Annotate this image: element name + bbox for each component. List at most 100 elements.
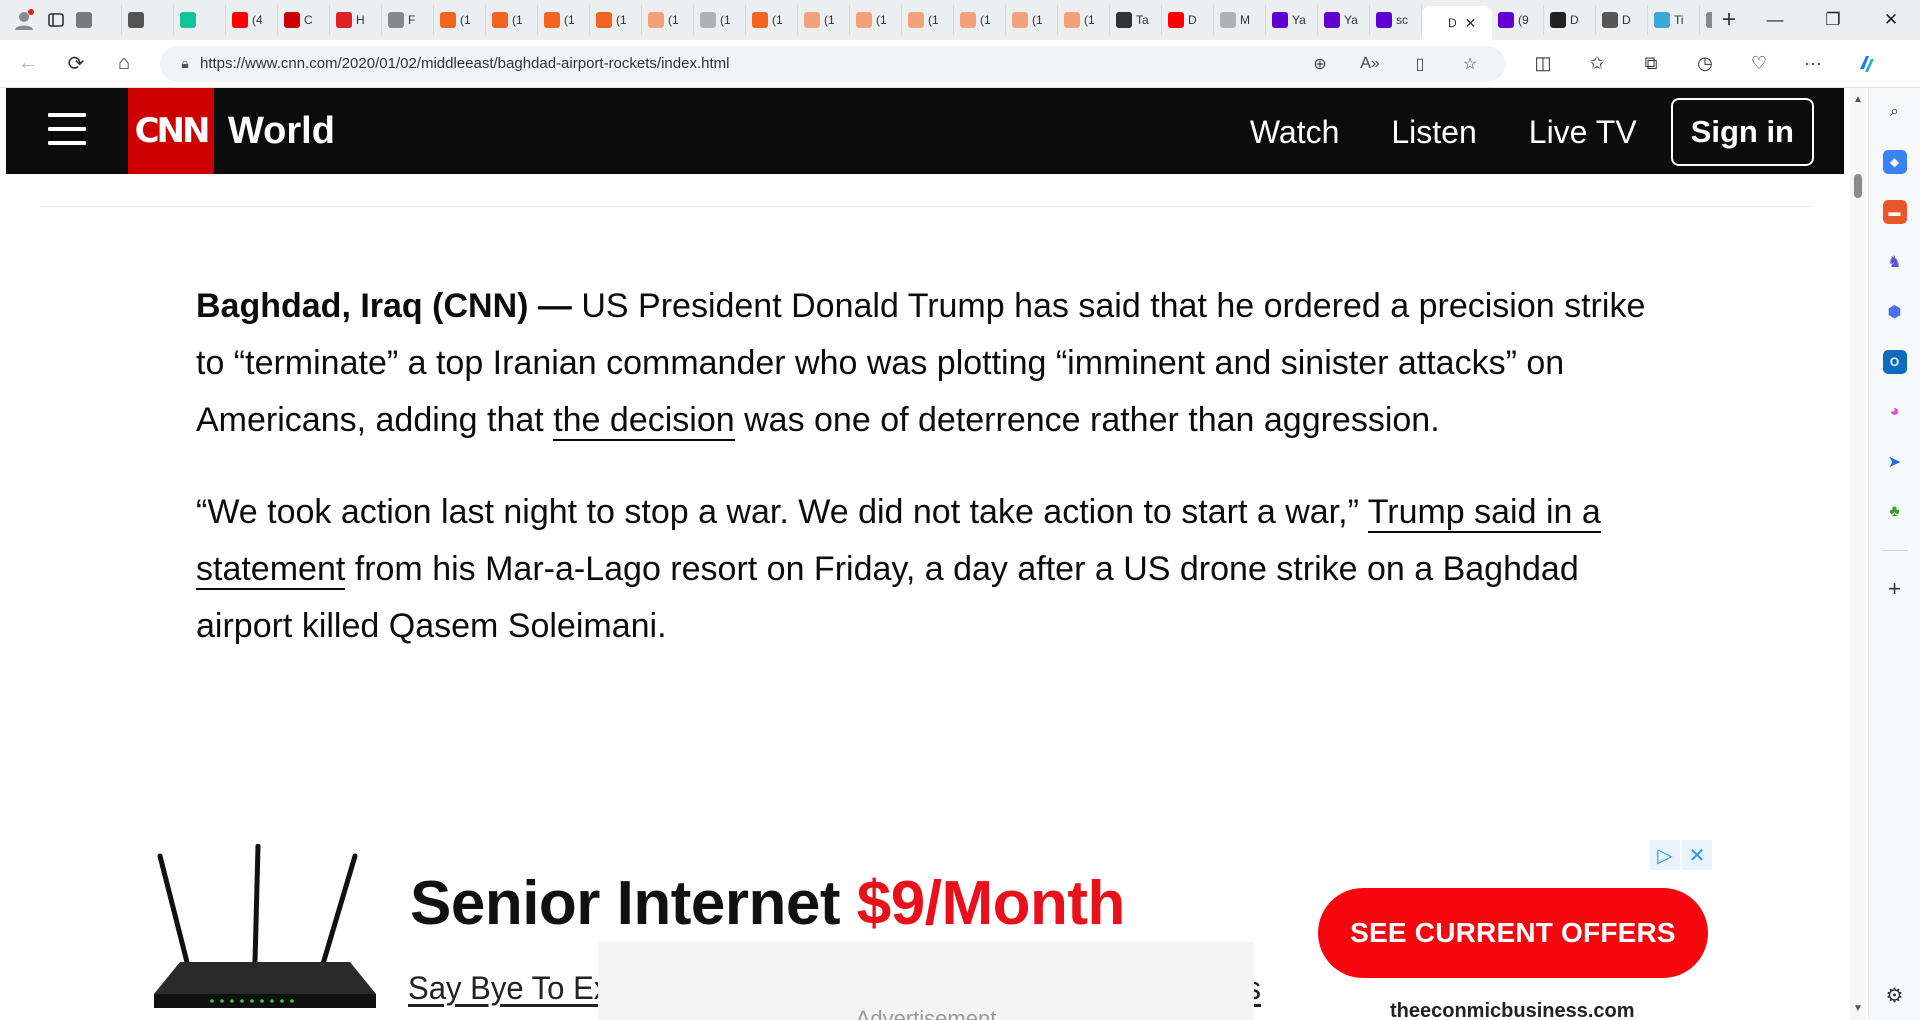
tab-label: (1 (876, 13, 887, 27)
performance-icon[interactable]: ♡ (1735, 44, 1783, 84)
more-menu-icon[interactable]: ··· (1789, 44, 1837, 84)
favorite-star-icon[interactable]: ☆ (1445, 54, 1495, 74)
url-text[interactable]: https://www.cnn.com/2020/01/02/middleeas… (200, 55, 1295, 72)
add-sidebar-app-icon[interactable]: + (1883, 576, 1907, 601)
tab-label: (1 (720, 13, 731, 27)
tab[interactable]: (1 (902, 5, 954, 35)
tab[interactable]: (1 (434, 5, 486, 35)
cnn-icon (284, 12, 300, 28)
tab[interactable]: (1 (1058, 5, 1110, 35)
tab[interactable]: (1 (850, 5, 902, 35)
ad-domain[interactable]: theeconmicbusiness.com (1390, 1000, 1635, 1020)
microsoft-365-icon[interactable]: ⬢ (1883, 300, 1907, 324)
history-icon[interactable]: ◷ (1681, 44, 1729, 84)
tab[interactable]: Ta (1110, 5, 1162, 35)
scroll-down-icon[interactable]: ▼ (1853, 1003, 1863, 1014)
tab-label: (1 (616, 13, 627, 27)
favorites-icon[interactable]: ✩ (1573, 44, 1621, 84)
tab[interactable] (174, 5, 226, 35)
tab[interactable]: (1 (798, 5, 850, 35)
tab[interactable]: H (330, 5, 382, 35)
shopping-tag-icon[interactable]: ◆ (1882, 150, 1907, 174)
games-chess-icon[interactable]: ♞ (1883, 250, 1907, 274)
tab[interactable]: (1 (538, 5, 590, 35)
section-title[interactable]: World (228, 108, 335, 154)
orange-app-icon (492, 12, 508, 28)
tab[interactable]: (1 (590, 5, 642, 35)
profile-icon[interactable] (10, 6, 38, 34)
sign-in-button[interactable]: Sign in (1670, 98, 1814, 166)
tab[interactable]: D (1544, 5, 1596, 35)
tab-actions-icon[interactable] (42, 6, 70, 34)
tab-active[interactable]: D ✕ (1422, 6, 1492, 40)
refresh-icon[interactable]: ⟳ (56, 44, 96, 84)
watch-link[interactable]: Watch (1250, 114, 1340, 151)
copilot-icon[interactable] (1843, 44, 1891, 84)
adchoices-icon[interactable]: ▷ (1650, 840, 1680, 870)
ad-headline-text[interactable]: Senior Internet (410, 869, 857, 938)
tab[interactable]: H (1700, 5, 1712, 35)
ad-close-icon[interactable]: ✕ (1682, 840, 1712, 870)
tab[interactable]: Ya (1266, 5, 1318, 35)
the-decision-link[interactable]: the decision (553, 401, 735, 441)
tools-briefcase-icon[interactable]: ▬ (1882, 200, 1907, 224)
sidebar-settings-icon[interactable]: ⚙ (1886, 983, 1904, 1008)
ad-price[interactable]: $9/Month (857, 869, 1126, 938)
menu-icon[interactable] (48, 109, 86, 149)
youtube-icon (1168, 12, 1184, 28)
tab[interactable]: (1 (1006, 5, 1058, 35)
tab[interactable]: (4 (226, 5, 278, 35)
scroll-up-icon[interactable]: ▲ (1853, 94, 1863, 105)
maximize-button[interactable]: ❐ (1804, 0, 1862, 40)
live-tv-link[interactable]: Live TV (1529, 114, 1637, 151)
tab[interactable] (70, 5, 122, 35)
split-screen-icon[interactable]: ◫ (1519, 44, 1567, 84)
back-icon[interactable]: ← (8, 44, 48, 84)
drop-send-icon[interactable]: ➤ (1883, 450, 1907, 474)
tab[interactable]: M (1214, 5, 1266, 35)
tab[interactable]: Ti (1648, 5, 1700, 35)
lock-icon[interactable]: 🔒︎ (170, 55, 200, 72)
tab[interactable]: Ya (1318, 5, 1370, 35)
designer-icon[interactable]: ◕ (1883, 400, 1907, 424)
home-icon[interactable]: ⌂ (104, 44, 144, 84)
edge-app-icon (1654, 12, 1670, 28)
close-window-button[interactable]: ✕ (1862, 0, 1920, 40)
tab[interactable]: (1 (642, 5, 694, 35)
read-aloud-icon[interactable]: A» (1345, 55, 1395, 73)
ad-headline[interactable]: Senior Internet $9/Month (410, 868, 1125, 939)
minimize-button[interactable]: — (1746, 0, 1804, 40)
ad-placeholder: Advertisement (598, 942, 1254, 1020)
tab-label: H (356, 13, 365, 27)
search-icon[interactable]: ⌕ (1883, 100, 1907, 124)
tab-label: Ya (1344, 13, 1358, 27)
tab[interactable] (122, 5, 174, 35)
tab[interactable]: D (1596, 5, 1648, 35)
outlook-icon[interactable]: O (1882, 350, 1907, 374)
tab[interactable]: (1 (746, 5, 798, 35)
header-nav: Watch Listen Live TV Sign in (1198, 98, 1814, 166)
immersive-reader-icon[interactable]: ▯ (1395, 54, 1445, 74)
close-tab-icon[interactable]: ✕ (1465, 15, 1477, 32)
tab[interactable]: (1 (694, 5, 746, 35)
page-scrollbar[interactable]: ▲ ▼ (1850, 88, 1866, 1020)
edge-sidebar: ⌕ ◆ ▬ ♞ ⬢ O ◕ ➤ ♣ + ⚙ (1868, 88, 1920, 1020)
url-bar[interactable]: 🔒︎ https://www.cnn.com/2020/01/02/middle… (160, 45, 1505, 82)
tree-icon[interactable]: ♣ (1883, 500, 1907, 524)
zoom-icon[interactable]: ⊕ (1295, 54, 1345, 74)
tab[interactable]: F (382, 5, 434, 35)
tab[interactable]: (1 (954, 5, 1006, 35)
scroll-thumb[interactable] (1854, 174, 1862, 198)
tab[interactable]: sc (1370, 5, 1422, 35)
tab[interactable]: (1 (486, 5, 538, 35)
gray-app-icon (1220, 12, 1236, 28)
listen-link[interactable]: Listen (1391, 114, 1476, 151)
tab-list: (4 C H F (1 (1 (1 (1 (1 (1 (1 (1 (1 (1 (1 (1 (1 Ta D M Ya Ya s… (70, 0, 1712, 40)
cnn-logo[interactable]: CNN (128, 88, 214, 174)
collections-icon[interactable]: ⧉ (1627, 44, 1675, 84)
see-offers-button[interactable]: SEE CURRENT OFFERS (1318, 888, 1708, 978)
tab[interactable]: C (278, 5, 330, 35)
tab[interactable]: D (1162, 5, 1214, 35)
tab[interactable]: (9 (1492, 5, 1544, 35)
new-tab-button[interactable]: + (1712, 3, 1746, 37)
